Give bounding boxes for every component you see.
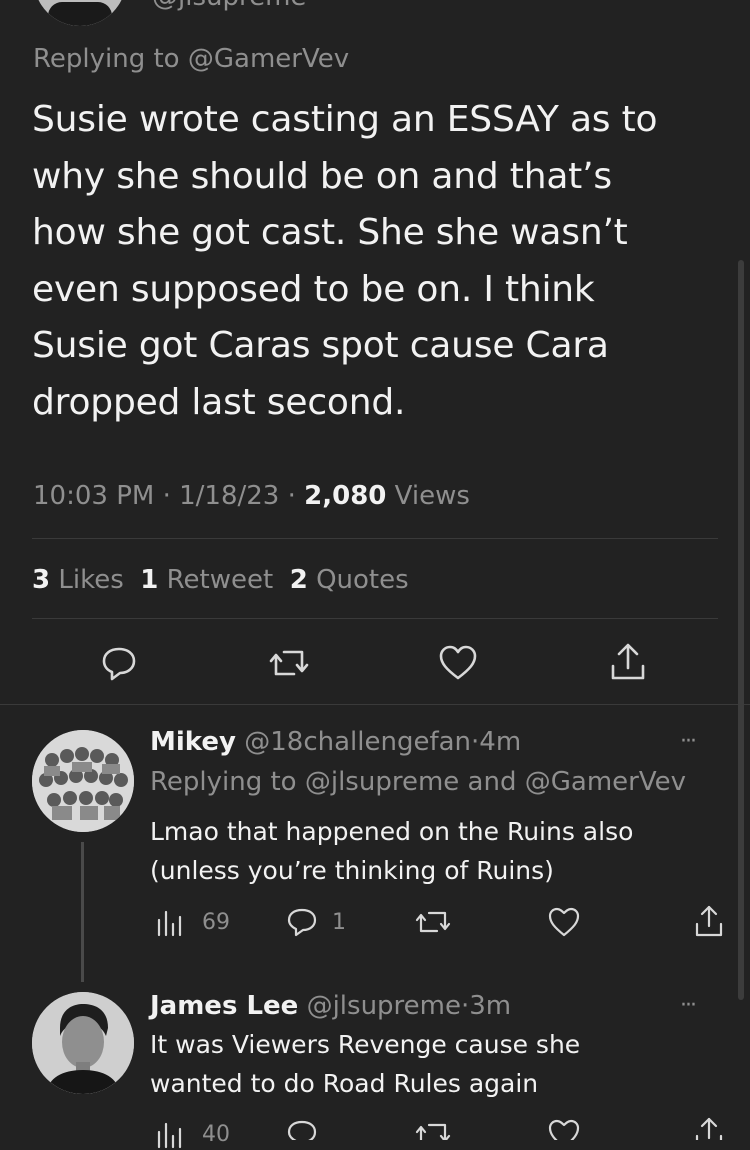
quotes-stat[interactable]: 2 Quotes	[290, 565, 409, 595]
reply-icon[interactable]	[100, 644, 138, 682]
views-count: 40	[202, 1122, 230, 1147]
reply-replying-to: Replying to @jlsupreme and @GamerVev	[150, 767, 686, 797]
views-count[interactable]: 2,080	[304, 481, 386, 511]
tweet-text-line: why she should be on and that’s	[32, 155, 612, 197]
tweet-text-line: how she got cast. She she wasn’t	[32, 212, 628, 254]
views-icon[interactable]	[154, 1120, 184, 1150]
replying-prefix: Replying to	[33, 44, 180, 74]
reply-text-line: Lmao that happened on the Ruins also	[150, 817, 634, 846]
meta-separator: ·	[162, 481, 171, 511]
scrollbar[interactable]	[738, 260, 744, 1000]
replying-to-mention[interactable]: @GamerVev	[188, 44, 349, 74]
reply-text: Lmao that happened on the Ruins also (un…	[150, 813, 710, 891]
reply-author-name[interactable]: Mikey	[150, 727, 236, 757]
reply-text-line: (unless you’re thinking of Ruins)	[150, 855, 554, 885]
views-label[interactable]: Views	[395, 481, 470, 511]
views-count: 69	[202, 910, 230, 935]
author-handle[interactable]: @jlsupreme	[152, 0, 306, 12]
tweet-date: 1/18/23	[179, 481, 280, 511]
divider	[32, 538, 718, 539]
reply-avatar[interactable]	[32, 992, 134, 1094]
reply-time: 4m	[479, 727, 522, 757]
retweet-icon[interactable]	[414, 1118, 452, 1140]
tweet-text-line: dropped last second.	[32, 381, 406, 423]
reply-text-line: wanted to do Road Rules again	[150, 1068, 539, 1098]
reply-author-name[interactable]: James Lee	[150, 991, 298, 1021]
thread-line	[81, 842, 84, 982]
reply-author-handle[interactable]: @18challengefan	[244, 727, 471, 757]
retweets-stat[interactable]: 1 Retweet	[140, 565, 273, 595]
retweet-icon[interactable]	[268, 644, 310, 682]
tweet-text-line: Susie got Caras spot cause Cara	[32, 325, 609, 367]
like-icon[interactable]	[547, 906, 581, 938]
tweet-meta: 10:03 PM · 1/18/23 · 2,080 Views	[33, 478, 470, 514]
tweet-text-line: Susie wrote casting an ESSAY as to	[32, 99, 658, 140]
meta-separator: ·	[287, 481, 296, 511]
share-icon[interactable]	[609, 642, 647, 682]
tweet-time: 10:03 PM	[33, 481, 155, 511]
views-icon[interactable]	[154, 908, 184, 938]
reply-author-handle[interactable]: @jlsupreme	[307, 991, 461, 1021]
reply-icon[interactable]	[286, 906, 318, 938]
tweet-text: Susie wrote casting an ESSAY as to why s…	[32, 92, 732, 432]
reply-avatar[interactable]	[32, 730, 134, 832]
reply-header: Mikey @18challengefan·4m	[150, 724, 521, 760]
like-icon[interactable]	[438, 644, 478, 682]
replying-to-line: Replying to @GamerVev	[33, 42, 349, 76]
replying-to-mention[interactable]: @GamerVev	[525, 767, 686, 797]
retweet-icon[interactable]	[414, 906, 452, 938]
author-avatar[interactable]	[34, 0, 126, 26]
replying-to-mention[interactable]: @jlsupreme	[305, 767, 459, 797]
more-options-icon[interactable]: ···	[680, 724, 697, 760]
more-options-icon[interactable]: ···	[680, 988, 697, 1024]
divider	[0, 704, 750, 705]
like-icon[interactable]	[547, 1118, 581, 1140]
reply-count: 1	[332, 910, 346, 935]
tweet-text-line: even supposed to be on. I think	[32, 268, 595, 310]
reply-header: James Lee @jlsupreme·3m	[150, 988, 511, 1024]
reply-text-line: It was Viewers Revenge cause she	[150, 1030, 581, 1059]
share-icon[interactable]	[694, 904, 724, 938]
engagement-stats: 3 Likes 1 Retweet 2 Quotes	[32, 562, 409, 598]
reply-icon[interactable]	[286, 1118, 318, 1140]
reply-text: It was Viewers Revenge cause she wanted …	[150, 1026, 710, 1104]
share-icon[interactable]	[694, 1116, 724, 1140]
likes-stat[interactable]: 3 Likes	[32, 565, 124, 595]
reply-time: 3m	[469, 991, 512, 1021]
divider	[32, 618, 718, 619]
